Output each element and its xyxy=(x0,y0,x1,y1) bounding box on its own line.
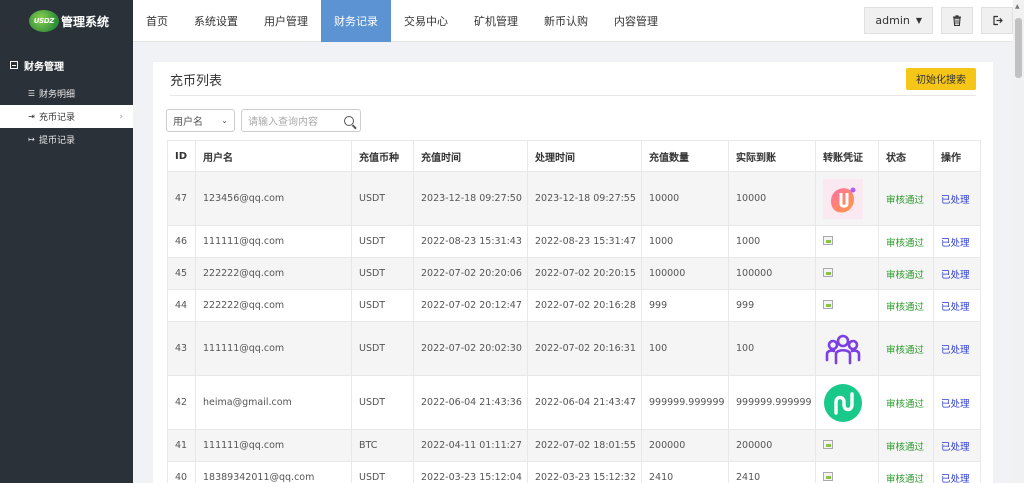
status-badge: 审核通过 xyxy=(878,171,934,226)
sign-in-icon: ⇥ xyxy=(28,112,35,121)
pink-app-icon[interactable] xyxy=(823,178,863,219)
page-scrollbar[interactable]: ▲ xyxy=(1013,0,1024,483)
action-link[interactable]: 已处理 xyxy=(933,321,981,376)
column-header-status: 状态 xyxy=(878,140,934,172)
table-row: 40 18389342011@qq.com USDT 2022-03-23 15… xyxy=(167,461,981,483)
column-header-username: 用户名 xyxy=(195,140,352,172)
logo-icon: USDZ xyxy=(29,10,59,32)
deposit-list-card: 充币列表 初始化搜索 用户名 ⌄ 请输入查询内容 ID 用户名 充值币种 充值时… xyxy=(153,62,993,483)
table-row: 42 heima@gmail.com USDT 2022-06-04 21:43… xyxy=(167,375,981,430)
top-navbar: 首页 系统设置 用户管理 财务记录 交易中心 矿机管理 新币认购 内容管理 ad… xyxy=(133,0,1013,42)
tab-user-management[interactable]: 用户管理 xyxy=(251,0,321,42)
tab-new-coin-subscription[interactable]: 新币认购 xyxy=(531,0,601,42)
deposit-table: ID 用户名 充值币种 充值时间 处理时间 充值数量 实际到账 转账凭证 状态 … xyxy=(167,140,981,483)
sign-out-icon: ↦ xyxy=(28,135,35,144)
list-icon: ☰ xyxy=(27,89,36,98)
column-header-amount: 充值数量 xyxy=(641,140,729,172)
tab-finance-records[interactable]: 财务记录 xyxy=(321,0,391,42)
table-row: 43 111111@qq.com USDT 2022-07-02 20:02:3… xyxy=(167,321,981,376)
tab-content-management[interactable]: 内容管理 xyxy=(601,0,671,42)
table-row: 46 111111@qq.com USDT 2022-08-23 15:31:4… xyxy=(167,225,981,258)
collapse-icon xyxy=(10,61,18,69)
admin-dropdown[interactable]: admin ▼ xyxy=(864,7,933,34)
tab-miner-management[interactable]: 矿机管理 xyxy=(461,0,531,42)
status-badge: 审核通过 xyxy=(878,429,934,462)
sidebar-item-deposit-records[interactable]: ⇥ 充币记录 › xyxy=(0,105,133,128)
column-header-id: ID xyxy=(167,140,196,172)
sidebar-item-label: 充币记录 xyxy=(39,113,76,123)
tab-home[interactable]: 首页 xyxy=(133,0,181,42)
broken-image-icon[interactable] xyxy=(823,299,833,309)
nav-group-finance: 财务管理 ☰ 财务明细 ⇥ 充币记录 › ↦ 提币记录 xyxy=(0,56,133,151)
caret-down-icon: ▼ xyxy=(915,16,922,25)
scrollbar-thumb[interactable] xyxy=(1015,18,1022,78)
status-badge: 审核通过 xyxy=(878,321,934,376)
status-badge: 审核通过 xyxy=(878,289,934,322)
action-link[interactable]: 已处理 xyxy=(933,429,981,462)
card-title: 充币列表 xyxy=(170,74,223,89)
table-row: 47 123456@qq.com USDT 2023-12-18 09:27:5… xyxy=(167,171,981,226)
sidebar-item-finance-detail[interactable]: ☰ 财务明细 xyxy=(0,82,133,105)
green-circle-logo-icon[interactable] xyxy=(823,383,863,423)
logo[interactable]: USDZ 管理系统 xyxy=(0,0,133,42)
broken-image-icon[interactable] xyxy=(823,267,833,277)
broken-image-icon[interactable] xyxy=(823,471,833,481)
status-badge: 审核通过 xyxy=(878,461,934,483)
tab-trading-center[interactable]: 交易中心 xyxy=(391,0,461,42)
status-badge: 审核通过 xyxy=(878,257,934,290)
status-badge: 审核通过 xyxy=(878,225,934,258)
column-header-process-time: 处理时间 xyxy=(527,140,642,172)
column-header-action: 操作 xyxy=(933,140,981,172)
table-row: 44 222222@qq.com USDT 2022-07-02 20:12:4… xyxy=(167,289,981,322)
action-link[interactable]: 已处理 xyxy=(933,375,981,430)
filter-field-select[interactable]: 用户名 ⌄ xyxy=(166,109,235,132)
tab-system-settings[interactable]: 系统设置 xyxy=(181,0,251,42)
action-link[interactable]: 已处理 xyxy=(933,461,981,483)
action-link[interactable]: 已处理 xyxy=(933,225,981,258)
admin-label: admin xyxy=(875,14,910,27)
app-title: 管理系统 xyxy=(61,14,110,29)
sidebar: USDZ 管理系统 财务管理 ☰ 财务明细 ⇥ 充币记录 › ↦ 提币记录 xyxy=(0,0,133,483)
broken-image-icon[interactable] xyxy=(823,235,833,245)
trash-icon xyxy=(953,15,961,26)
nav-group-title[interactable]: 财务管理 xyxy=(0,56,133,74)
action-link[interactable]: 已处理 xyxy=(933,257,981,290)
scroll-up-icon[interactable]: ▲ xyxy=(1015,3,1020,10)
logout-icon xyxy=(992,15,1003,26)
clear-cache-button[interactable] xyxy=(941,7,973,34)
people-group-icon[interactable] xyxy=(823,329,863,369)
column-header-received: 实际到账 xyxy=(728,140,816,172)
sidebar-item-label: 财务明细 xyxy=(39,90,76,100)
action-link[interactable]: 已处理 xyxy=(933,171,981,226)
search-icon[interactable] xyxy=(344,115,354,126)
chevron-down-icon: ⌄ xyxy=(221,116,228,125)
sidebar-item-label: 提币记录 xyxy=(39,136,76,146)
column-header-coin: 充值币种 xyxy=(351,140,414,172)
column-header-deposit-time: 充值时间 xyxy=(413,140,528,172)
column-header-voucher: 转账凭证 xyxy=(815,140,879,172)
action-link[interactable]: 已处理 xyxy=(933,289,981,322)
search-bar: 用户名 ⌄ 请输入查询内容 xyxy=(166,109,361,132)
reset-search-button[interactable]: 初始化搜索 xyxy=(906,67,976,90)
chevron-right-icon: › xyxy=(119,111,123,122)
logout-button[interactable] xyxy=(981,7,1013,34)
status-badge: 审核通过 xyxy=(878,375,934,430)
table-row: 41 111111@qq.com BTC 2022-04-11 01:11:27… xyxy=(167,429,981,462)
search-input[interactable]: 请输入查询内容 xyxy=(241,109,361,132)
sidebar-item-withdraw-records[interactable]: ↦ 提币记录 xyxy=(0,128,133,151)
broken-image-icon[interactable] xyxy=(823,439,833,449)
table-row: 45 222222@qq.com USDT 2022-07-02 20:20:0… xyxy=(167,257,981,290)
search-placeholder: 请输入查询内容 xyxy=(248,117,318,128)
